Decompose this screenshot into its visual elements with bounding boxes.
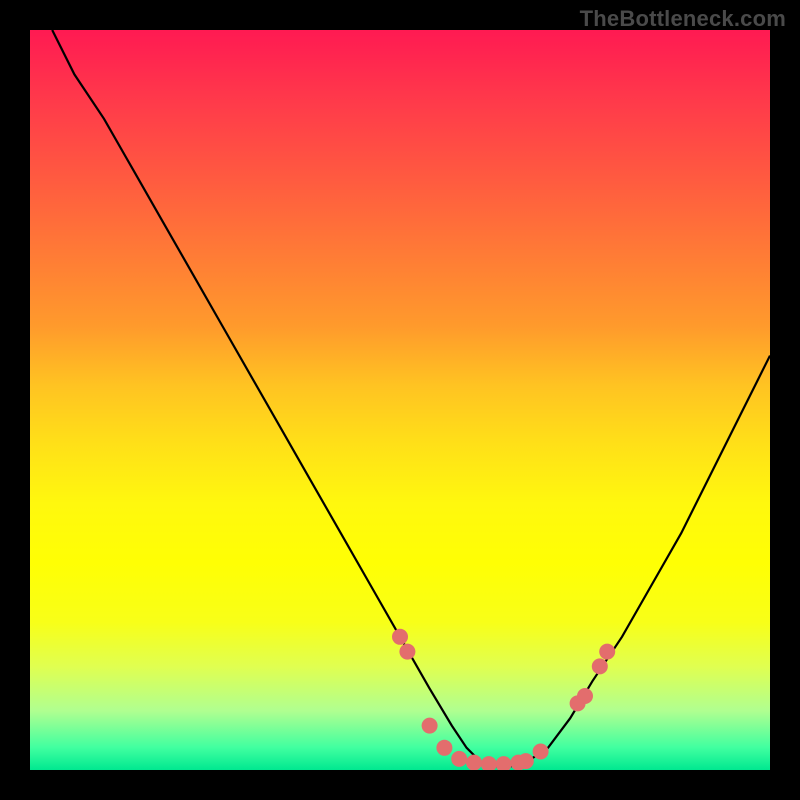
- marker-point: [510, 755, 526, 770]
- marker-point: [481, 756, 497, 770]
- marker-point: [451, 751, 467, 767]
- marker-point: [466, 755, 482, 770]
- marker-point: [577, 688, 593, 704]
- bottleneck-curve: [52, 30, 770, 766]
- marker-point: [592, 658, 608, 674]
- plot-area: [30, 30, 770, 770]
- marker-point: [533, 744, 549, 760]
- chart-overlay: [30, 30, 770, 770]
- marker-point: [392, 629, 408, 645]
- marker-point: [422, 718, 438, 734]
- marker-point: [436, 740, 452, 756]
- chart-container: TheBottleneck.com: [0, 0, 800, 800]
- highlighted-points: [392, 629, 615, 770]
- watermark-text: TheBottleneck.com: [580, 6, 786, 32]
- marker-point: [570, 695, 586, 711]
- marker-point: [496, 756, 512, 770]
- marker-point: [599, 644, 615, 660]
- marker-point: [399, 644, 415, 660]
- marker-point: [518, 753, 534, 769]
